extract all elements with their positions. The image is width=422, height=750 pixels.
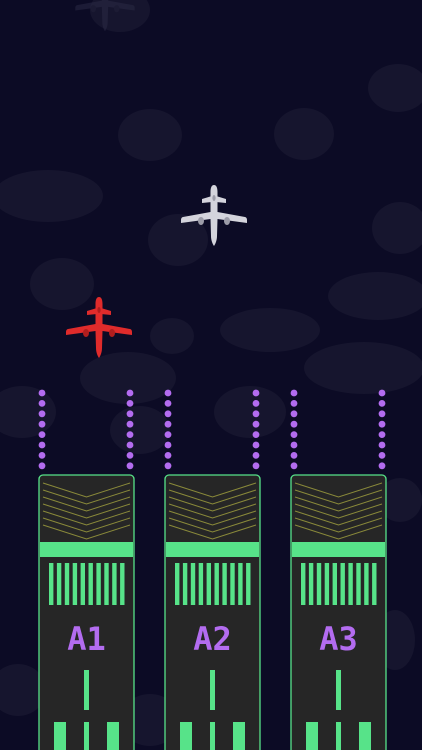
centerline-mark bbox=[84, 670, 89, 710]
approach-lights bbox=[290, 389, 298, 470]
cloud bbox=[110, 406, 170, 454]
centerline-mark bbox=[210, 670, 215, 710]
cloud bbox=[150, 318, 194, 354]
cloud bbox=[372, 202, 422, 254]
runway[interactable]: A3 bbox=[290, 389, 387, 750]
centerline-mark bbox=[336, 670, 341, 710]
cloud bbox=[118, 109, 182, 161]
cloud bbox=[304, 342, 422, 394]
threshold-bar bbox=[40, 542, 133, 557]
cloud bbox=[220, 308, 320, 352]
touchdown-mark bbox=[107, 722, 119, 750]
centerline-mark bbox=[84, 722, 89, 750]
cloud bbox=[214, 386, 286, 438]
cloud bbox=[0, 170, 103, 222]
cloud bbox=[328, 272, 422, 320]
touchdown-mark bbox=[233, 722, 245, 750]
centerline-mark bbox=[210, 722, 215, 750]
approach-lights bbox=[378, 389, 386, 470]
cloud bbox=[274, 108, 334, 160]
touchdown-mark bbox=[359, 722, 371, 750]
cloud bbox=[30, 258, 94, 310]
runway-label: A2 bbox=[193, 620, 232, 658]
game-scene[interactable]: A1 A2 A3 bbox=[0, 0, 422, 750]
runway[interactable]: A2 bbox=[164, 389, 261, 750]
touchdown-mark bbox=[306, 722, 318, 750]
cloud bbox=[368, 64, 422, 112]
playfield: A1 A2 A3 bbox=[0, 0, 422, 750]
runway-group: A1 A2 A3 bbox=[38, 389, 387, 750]
cloud bbox=[80, 352, 176, 404]
threshold-bar bbox=[166, 542, 259, 557]
cloud bbox=[0, 386, 56, 438]
centerline-mark bbox=[336, 722, 341, 750]
runway-label: A1 bbox=[67, 620, 106, 658]
touchdown-mark bbox=[180, 722, 192, 750]
touchdown-mark bbox=[54, 722, 66, 750]
runway-label: A3 bbox=[319, 620, 358, 658]
threshold-bar bbox=[292, 542, 385, 557]
